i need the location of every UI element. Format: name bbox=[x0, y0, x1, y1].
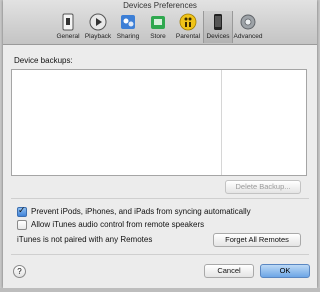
device-backups-label: Device backups: bbox=[14, 56, 73, 65]
devices-icon bbox=[214, 14, 222, 30]
allow-remote-label[interactable]: Allow iTunes audio control from remote s… bbox=[31, 220, 204, 229]
general-icon bbox=[62, 13, 74, 31]
delete-backup-button[interactable]: Delete Backup... bbox=[225, 180, 301, 194]
cancel-button[interactable]: Cancel bbox=[204, 264, 254, 278]
background-strip bbox=[0, 288, 320, 292]
allow-remote-checkbox[interactable] bbox=[17, 219, 27, 230]
device-backups-list[interactable] bbox=[11, 69, 307, 176]
advanced-icon bbox=[240, 14, 256, 30]
forget-all-remotes-button[interactable]: Forget All Remotes bbox=[213, 233, 301, 247]
help-button[interactable]: ? bbox=[13, 265, 26, 278]
tab-advanced[interactable]: Advanced bbox=[233, 11, 263, 43]
sharing-icon bbox=[121, 15, 135, 29]
parental-icon bbox=[179, 13, 197, 31]
prevent-sync-checkbox[interactable]: ✓ bbox=[17, 204, 27, 217]
allow-remote-option: Allow iTunes audio control from remote s… bbox=[17, 219, 204, 230]
toolbar: Devices Preferences General Playback Sha… bbox=[3, 0, 317, 45]
section-divider bbox=[11, 198, 309, 199]
store-icon bbox=[151, 16, 165, 29]
window-title: Devices Preferences bbox=[123, 1, 197, 10]
tab-label: Advanced bbox=[233, 33, 263, 40]
footer-divider bbox=[11, 254, 309, 255]
prevent-sync-label[interactable]: Prevent iPods, iPhones, and iPads from s… bbox=[31, 207, 251, 216]
ok-button[interactable]: OK bbox=[260, 264, 310, 278]
prevent-sync-option: ✓ Prevent iPods, iPhones, and iPads from… bbox=[17, 204, 251, 217]
remotes-status-text: iTunes is not paired with any Remotes bbox=[17, 235, 153, 244]
list-column-divider bbox=[221, 70, 222, 175]
preferences-window: Devices Preferences General Playback Sha… bbox=[3, 0, 317, 288]
playback-icon bbox=[89, 13, 107, 31]
checkmark-icon: ✓ bbox=[18, 204, 26, 215]
